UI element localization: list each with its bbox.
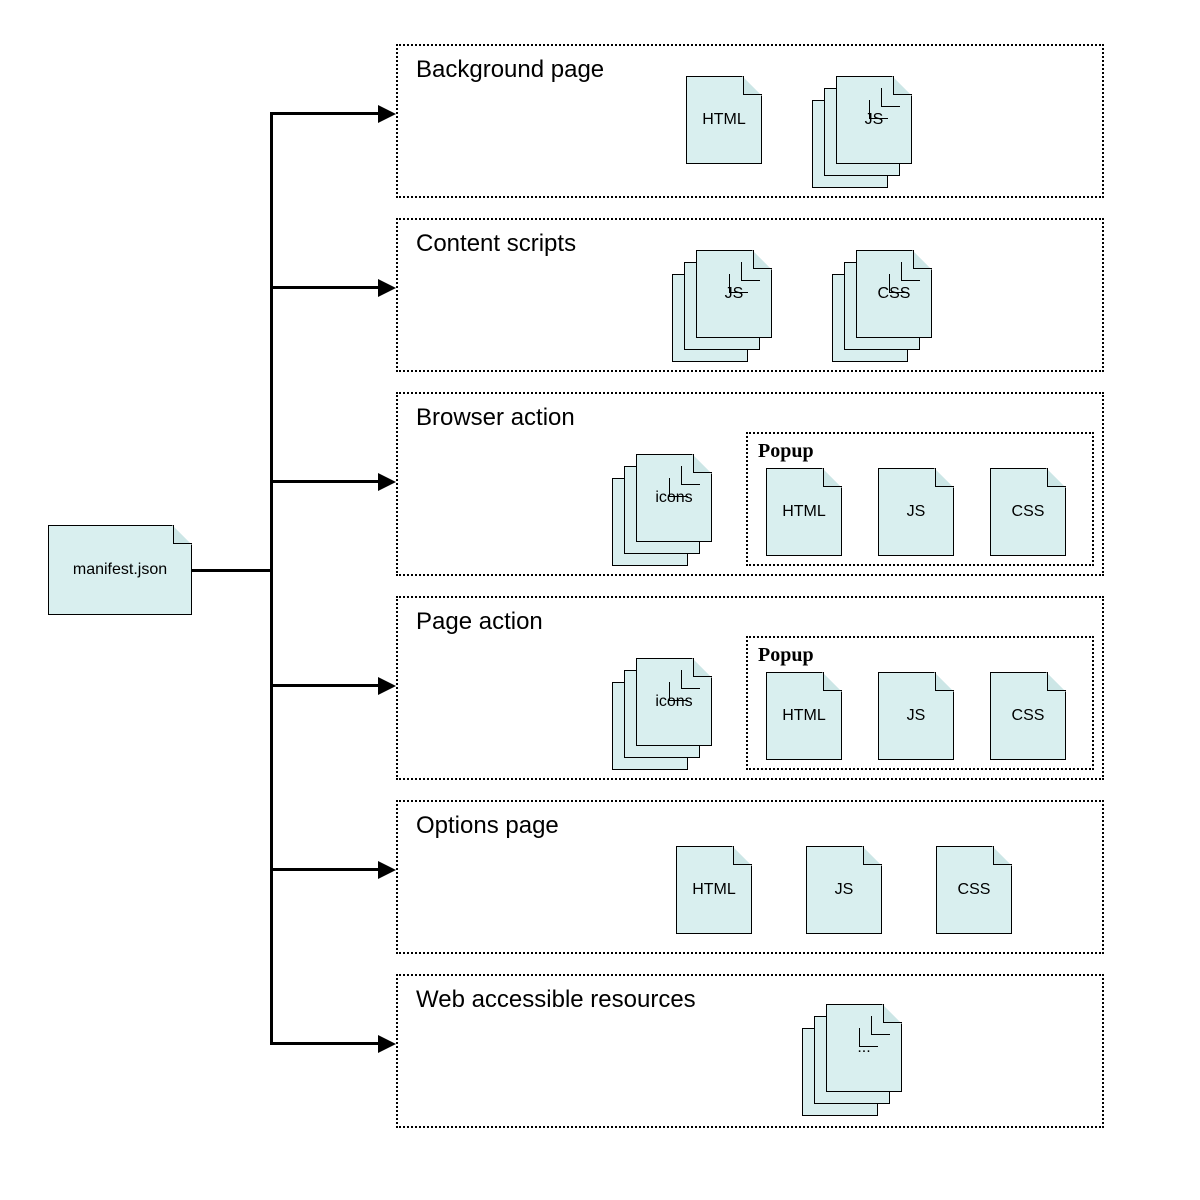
file-label: ... [857, 1039, 870, 1057]
file-label: CSS [1012, 707, 1045, 725]
branch-line [270, 1042, 382, 1045]
file-label: HTML [782, 707, 826, 725]
branch-line [270, 112, 382, 115]
arrow-icon [378, 105, 396, 123]
file-icon: JS [806, 846, 882, 934]
connector-line [192, 569, 270, 572]
file-icon: CSS [990, 468, 1066, 556]
branch-line [270, 480, 382, 483]
branch-line [270, 684, 382, 687]
arrow-icon [378, 861, 396, 879]
popup-title: Popup [758, 440, 814, 463]
popup-title: Popup [758, 644, 814, 667]
file-icon: ... [826, 1004, 902, 1092]
file-icon: HTML [766, 468, 842, 556]
file-label: JS [907, 503, 926, 521]
arrow-icon [378, 677, 396, 695]
arrow-icon [378, 279, 396, 297]
file-label: CSS [1012, 503, 1045, 521]
file-icon: CSS [990, 672, 1066, 760]
diagram-canvas: manifest.json Background page HTML JS Conten… [0, 0, 1200, 1200]
section-title: Background page [416, 56, 604, 84]
file-label: icons [655, 489, 692, 507]
file-icon: CSS [936, 846, 1012, 934]
file-icon: icons [636, 454, 712, 542]
section-title: Web accessible resources [416, 986, 696, 1014]
section-title: Browser action [416, 404, 575, 432]
section-title: Options page [416, 812, 559, 840]
file-label: manifest.json [73, 561, 167, 579]
manifest-file-icon: manifest.json [48, 525, 192, 615]
branch-line [270, 286, 382, 289]
file-label: JS [835, 881, 854, 899]
file-icon: CSS [856, 250, 932, 338]
file-icon: JS [878, 672, 954, 760]
file-label: icons [655, 693, 692, 711]
file-icon: JS [836, 76, 912, 164]
file-label: HTML [702, 111, 746, 129]
arrow-icon [378, 1035, 396, 1053]
file-icon: JS [878, 468, 954, 556]
file-label: JS [725, 285, 744, 303]
section-web-accessible-resources: Web accessible resources [396, 974, 1104, 1128]
trunk-line [270, 112, 273, 1045]
section-title: Page action [416, 608, 543, 636]
file-label: HTML [782, 503, 826, 521]
arrow-icon [378, 473, 396, 491]
file-icon: HTML [766, 672, 842, 760]
file-icon: icons [636, 658, 712, 746]
file-label: JS [865, 111, 884, 129]
file-icon: HTML [686, 76, 762, 164]
section-title: Content scripts [416, 230, 576, 258]
file-icon: JS [696, 250, 772, 338]
file-icon: HTML [676, 846, 752, 934]
file-label: JS [907, 707, 926, 725]
file-label: HTML [692, 881, 736, 899]
branch-line [270, 868, 382, 871]
file-label: CSS [878, 285, 911, 303]
file-label: CSS [958, 881, 991, 899]
